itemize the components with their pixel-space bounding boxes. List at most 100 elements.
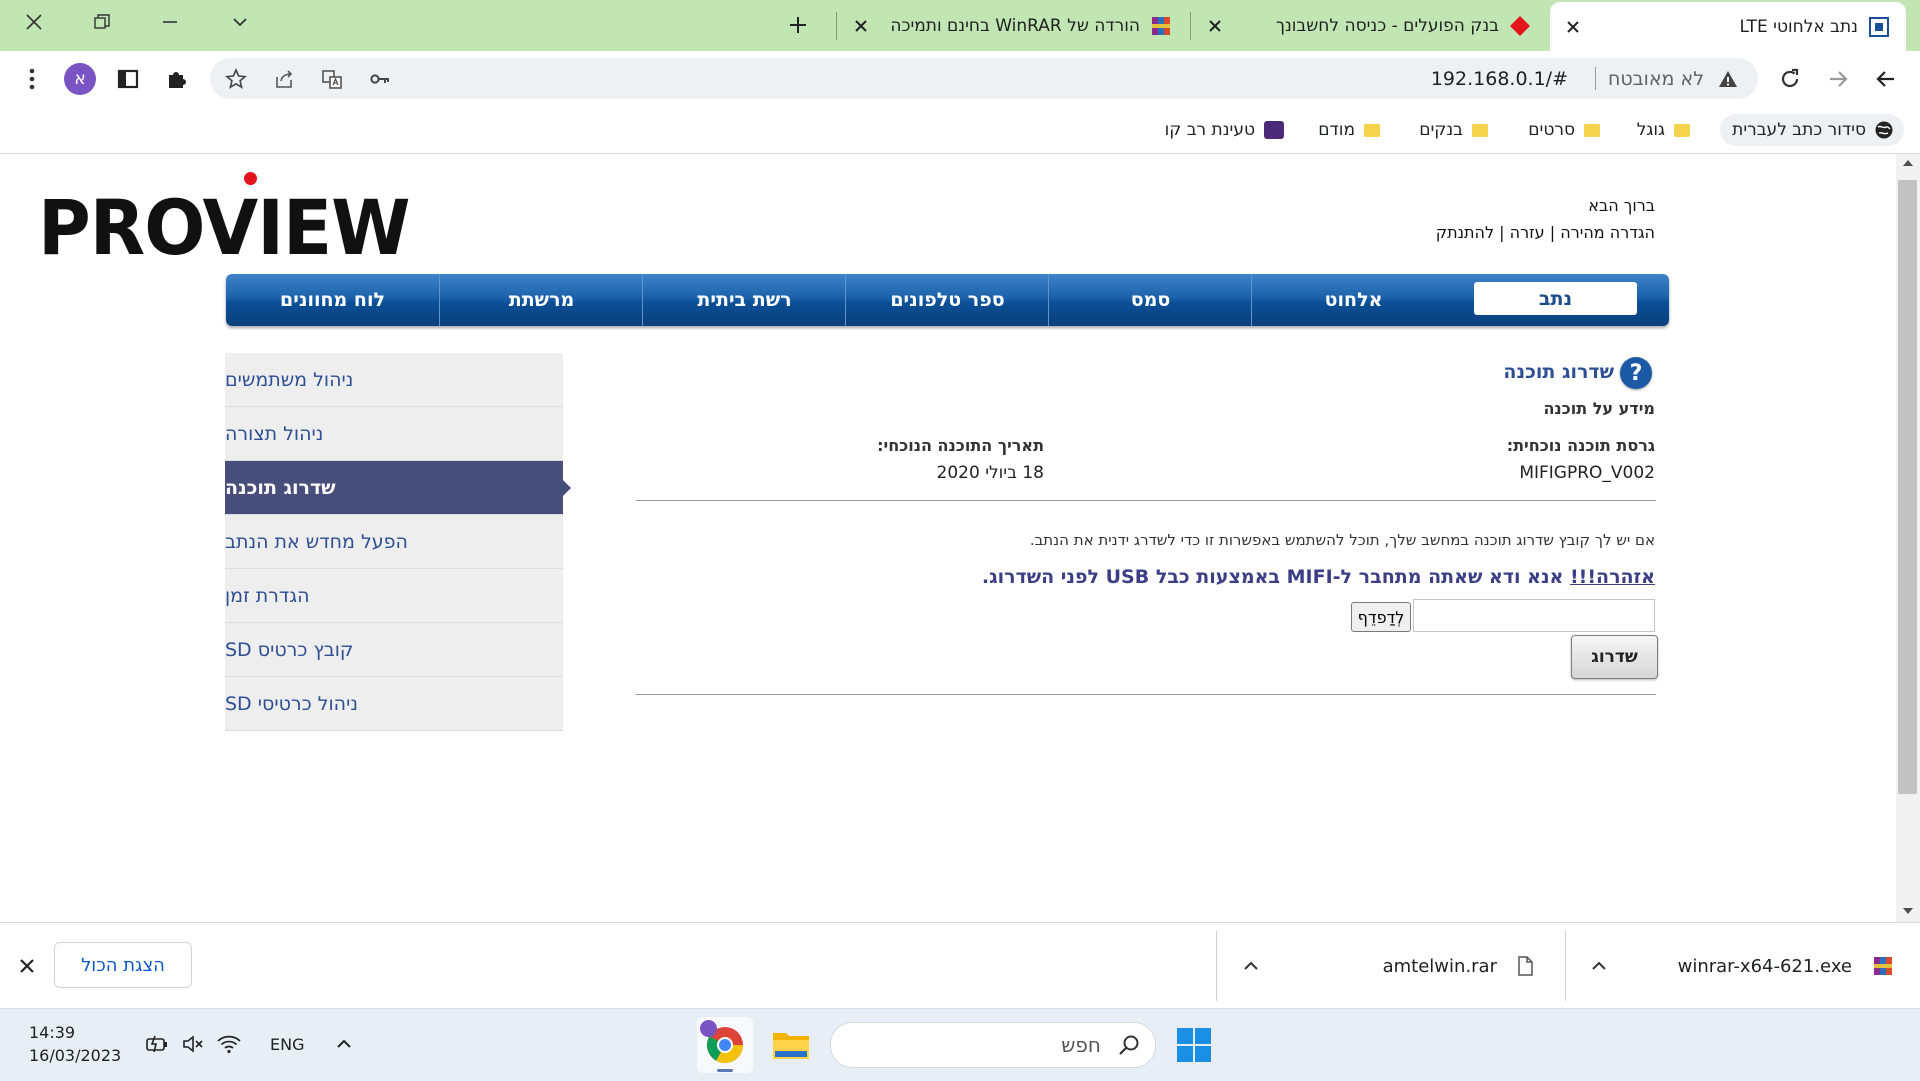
bookmark-star-icon[interactable] xyxy=(218,61,254,97)
file-explorer-icon[interactable] xyxy=(771,1027,811,1063)
download-options-chevron-icon[interactable] xyxy=(1240,955,1262,977)
file-icon xyxy=(1518,956,1533,976)
url-text[interactable]: 192.168.0.1/# xyxy=(1431,68,1568,90)
extensions-puzzle-icon[interactable] xyxy=(158,61,194,97)
tab-title: נתב אלחוטי LTE xyxy=(1739,16,1858,37)
restore-window-button[interactable] xyxy=(74,0,130,44)
quick-setup-link[interactable]: הגדרה מהירה xyxy=(1560,223,1655,242)
nav-wireless[interactable]: אלחוט xyxy=(1251,274,1455,326)
address-divider xyxy=(1595,67,1596,90)
download-separator xyxy=(1565,931,1566,1001)
share-icon[interactable] xyxy=(266,61,302,97)
tab-title: בנק הפועלים - כניסה לחשבונך xyxy=(1275,15,1499,36)
windows-taskbar: 14:39 16/03/2023 ENG חפש xyxy=(0,1008,1920,1081)
bookmark-label: סרטים xyxy=(1528,120,1575,140)
bookmark-folder-modem[interactable]: מודם xyxy=(1318,114,1380,146)
help-question-icon[interactable]: ? xyxy=(1620,357,1652,389)
taskbar-search[interactable]: חפש xyxy=(830,1022,1156,1068)
scroll-down-arrow-icon[interactable] xyxy=(1902,906,1914,916)
warning-text: אנא ודא שאתה מתחבר ל-MIFI באמצעות כבל US… xyxy=(981,566,1571,588)
password-key-icon[interactable] xyxy=(362,61,398,97)
close-window-button[interactable] xyxy=(6,0,62,44)
help-link[interactable]: עזרה xyxy=(1510,223,1545,242)
address-bar[interactable]: 192.168.0.1/# לא מאובטח xyxy=(210,58,1758,99)
winrar-icon xyxy=(1150,15,1172,37)
upgrade-button[interactable]: שדרוג xyxy=(1571,635,1658,679)
back-arrow-icon[interactable] xyxy=(1868,61,1904,97)
browser-toolbar: א 192.168.0.1/# לא מאובטח xyxy=(0,51,1920,107)
current-version-value: MIFIGPRO_V002 xyxy=(1519,463,1655,483)
tab-router[interactable]: נתב אלחוטי LTE xyxy=(1550,2,1906,51)
search-placeholder: חפש xyxy=(1061,1033,1101,1057)
download-item-amtelwin[interactable]: amtelwin.rar xyxy=(1383,923,1535,1009)
taskbar-chrome-button[interactable] xyxy=(697,1017,753,1073)
forward-arrow-icon[interactable] xyxy=(1820,61,1856,97)
tab-bank[interactable]: בנק הפועלים - כניסה לחשבונך xyxy=(1190,0,1545,51)
bookmarks-bar: סידור כתב לעברית גוגל סרטים בנקים מודם ט… xyxy=(0,107,1920,154)
close-shelf-icon[interactable] xyxy=(16,955,38,977)
windows-start-icon[interactable] xyxy=(1176,1027,1212,1063)
tab-winrar[interactable]: הורדה של WinRAR בחינם ותמיכה xyxy=(836,0,1186,51)
side-panel-icon[interactable] xyxy=(110,61,146,97)
current-date-label: תאריך התוכנה הנוכחי: xyxy=(877,436,1044,455)
input-language[interactable]: ENG xyxy=(270,1035,304,1054)
clock-date: 16/03/2023 xyxy=(29,1046,122,1065)
download-item-winrar[interactable]: winrar-x64-621.exe xyxy=(1678,923,1894,1009)
system-clock[interactable]: 14:39 16/03/2023 xyxy=(29,1021,121,1067)
battery-charging-icon[interactable] xyxy=(145,1033,169,1055)
logout-link[interactable]: להתנתק xyxy=(1436,223,1494,242)
download-options-chevron-icon[interactable] xyxy=(1588,955,1610,977)
nav-router[interactable]: נתב xyxy=(1474,282,1637,315)
browse-button[interactable]: לְדַפדֵף xyxy=(1351,602,1411,632)
minimize-window-button[interactable] xyxy=(142,0,198,44)
chrome-menu-icon[interactable] xyxy=(14,61,50,97)
nav-internet[interactable]: מרשתת xyxy=(439,274,643,326)
new-tab-button[interactable] xyxy=(770,3,826,47)
profile-avatar[interactable]: א xyxy=(64,63,96,95)
reload-icon[interactable] xyxy=(1772,61,1808,97)
proview-logo: PROVIEW xyxy=(38,183,411,273)
scroll-up-arrow-icon[interactable] xyxy=(1902,158,1914,168)
link-separator: | xyxy=(1549,223,1556,242)
bookmark-folder-google[interactable]: גוגל xyxy=(1637,114,1690,146)
nav-dashboard[interactable]: לוח מחוונים xyxy=(226,274,439,326)
tab-separator xyxy=(836,12,837,40)
main-nav: נתב אלחוט סמס ספר טלפונים רשת ביתית מרשת… xyxy=(226,274,1669,326)
download-filename: winrar-x64-621.exe xyxy=(1677,955,1852,977)
search-icon xyxy=(1119,1035,1139,1055)
close-tab-icon[interactable] xyxy=(852,17,870,35)
current-date-value: 18 ביולי 2020 xyxy=(936,463,1044,483)
scrollbar-thumb[interactable] xyxy=(1898,180,1917,794)
bookmark-rav-kav[interactable]: טעינת רב קו xyxy=(1165,114,1284,146)
firmware-file-input[interactable] xyxy=(1413,599,1655,632)
close-tab-icon[interactable] xyxy=(1564,18,1582,36)
wifi-icon[interactable] xyxy=(216,1033,242,1055)
security-status[interactable]: לא מאובטח xyxy=(1608,68,1704,90)
show-all-downloads-button[interactable]: הצגת הכול xyxy=(54,942,192,988)
warning-triangle-icon[interactable] xyxy=(1710,61,1746,97)
bookmark-label: גוגל xyxy=(1636,120,1665,140)
globe-icon xyxy=(1875,121,1893,139)
tab-search-button[interactable] xyxy=(212,0,268,44)
bookmark-hebrew-layout[interactable]: סידור כתב לעברית xyxy=(1720,114,1904,146)
translate-icon[interactable] xyxy=(314,61,350,97)
volume-muted-icon[interactable] xyxy=(181,1033,205,1055)
rav-kav-app-icon xyxy=(1264,121,1284,139)
bank-diamond-icon xyxy=(1509,15,1531,37)
tray-overflow-chevron-icon[interactable] xyxy=(333,1033,355,1055)
menu-sd-card-file[interactable]: קובץ כרטיס SD xyxy=(225,623,563,677)
menu-config-management[interactable]: ניהול תצורה xyxy=(225,407,563,461)
menu-time-settings[interactable]: הגדרת זמן xyxy=(225,569,563,623)
bookmark-label: בנקים xyxy=(1419,120,1463,140)
nav-home-network[interactable]: רשת ביתית xyxy=(642,274,846,326)
nav-phonebook[interactable]: ספר טלפונים xyxy=(845,274,1049,326)
nav-sms[interactable]: סמס xyxy=(1048,274,1252,326)
bookmark-folder-banks[interactable]: בנקים xyxy=(1419,114,1488,146)
bookmark-folder-movies[interactable]: סרטים xyxy=(1528,114,1600,146)
close-tab-icon[interactable] xyxy=(1206,17,1224,35)
menu-software-upgrade[interactable]: שדרוג תוכנה xyxy=(225,461,571,515)
menu-user-management[interactable]: ניהול משתמשים xyxy=(225,353,563,407)
menu-sd-card-management[interactable]: ניהול כרטיסי SD xyxy=(225,677,563,731)
welcome-text: ברוך הבא xyxy=(1588,196,1655,215)
menu-restart-router[interactable]: הפעל מחדש את הנתב xyxy=(225,515,563,569)
